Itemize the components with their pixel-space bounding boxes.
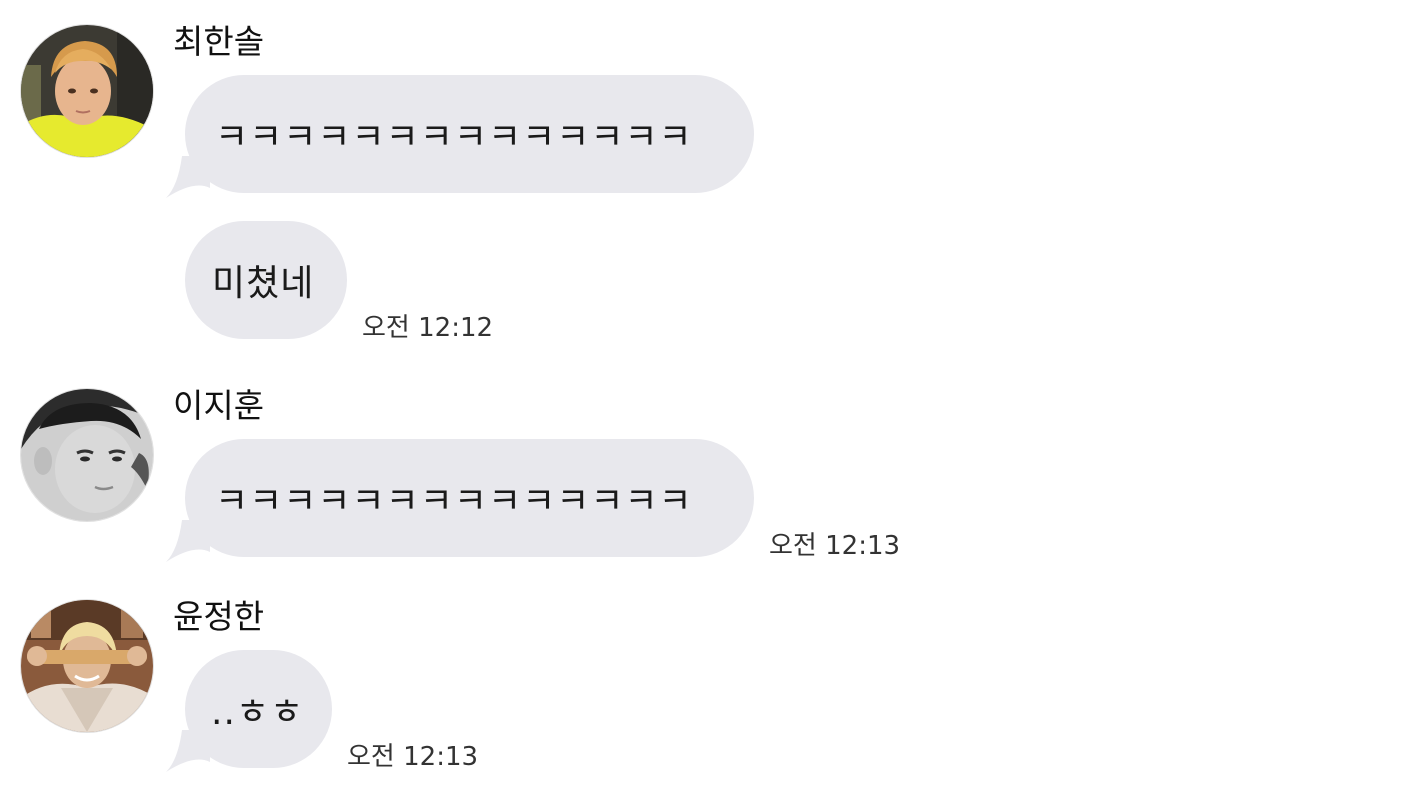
profile-photo-blond-hair-icon xyxy=(21,600,153,732)
message-timestamp: 오전 12:13 xyxy=(347,742,479,772)
message-timestamp: 오전 12:13 xyxy=(769,531,901,561)
message-bubble[interactable]: ㅋㅋㅋㅋㅋㅋㅋㅋㅋㅋㅋㅋㅋㅋ xyxy=(185,75,754,193)
message-text: ..ㅎㅎ xyxy=(211,692,305,733)
avatar-lee-jihoon[interactable] xyxy=(21,389,153,521)
message-bubble[interactable]: ㅋㅋㅋㅋㅋㅋㅋㅋㅋㅋㅋㅋㅋㅋ xyxy=(185,439,754,557)
message-text: 미쳤네 xyxy=(212,263,315,304)
profile-photo-yellow-shirt-icon xyxy=(21,25,153,157)
profile-photo-grayscale-icon xyxy=(21,389,153,521)
sender-name: 이지훈 xyxy=(173,386,265,425)
message-text: ㅋㅋㅋㅋㅋㅋㅋㅋㅋㅋㅋㅋㅋㅋ xyxy=(215,481,693,522)
message-text: ㅋㅋㅋㅋㅋㅋㅋㅋㅋㅋㅋㅋㅋㅋ xyxy=(215,117,693,158)
avatar-yoon-jeonghan[interactable] xyxy=(21,600,153,732)
message-bubble[interactable]: ..ㅎㅎ xyxy=(185,650,332,768)
sender-name: 윤정한 xyxy=(173,597,265,636)
message-bubble[interactable]: 미쳤네 xyxy=(185,221,347,339)
avatar-choi-hansol[interactable] xyxy=(21,25,153,157)
sender-name: 최한솔 xyxy=(173,22,265,61)
message-timestamp: 오전 12:12 xyxy=(362,313,494,343)
